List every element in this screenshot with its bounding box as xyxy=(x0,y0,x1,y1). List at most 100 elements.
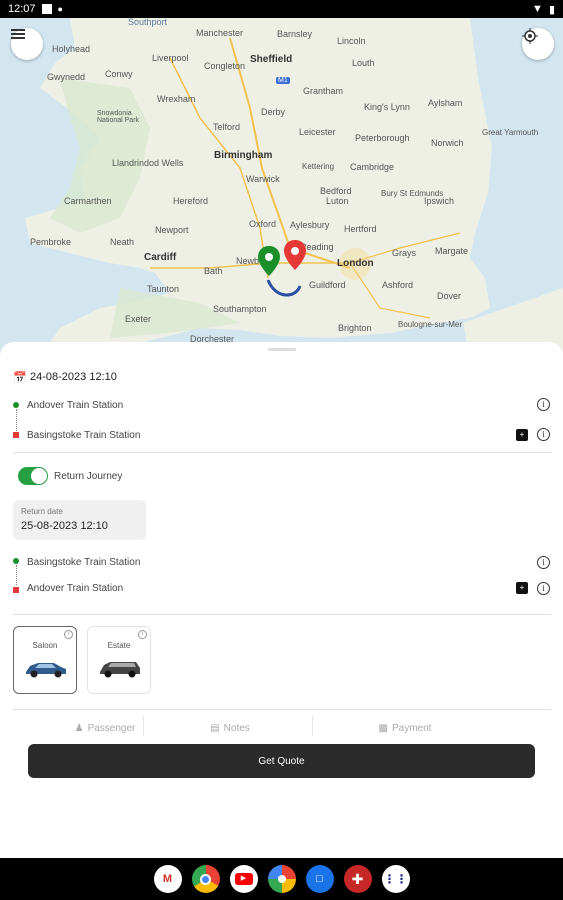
info-icon[interactable]: i xyxy=(537,398,550,411)
map-label: King's Lynn xyxy=(364,102,410,112)
payment-icon: ▩ xyxy=(378,722,388,734)
booking-sheet: 📅 24-08-2023 12:10 Andover Train Station… xyxy=(0,342,563,858)
info-icon[interactable]: i xyxy=(138,630,147,639)
map-label: Oxford xyxy=(249,219,277,229)
map-label: Wrexham xyxy=(157,94,196,104)
map-label: Bedford xyxy=(320,186,352,196)
pickup-location[interactable]: Andover Train Station xyxy=(27,400,123,411)
map-label: Dover xyxy=(437,291,462,301)
people-icon: ♟ xyxy=(74,722,84,734)
locate-icon xyxy=(522,28,538,44)
map-label: Telford xyxy=(213,122,241,132)
divider xyxy=(13,452,551,453)
return-date-field[interactable]: Return date 25-08-2023 12:10 xyxy=(13,500,146,540)
return-date-value: 25-08-2023 12:10 xyxy=(21,520,108,532)
info-icon[interactable]: i xyxy=(64,630,73,639)
return-date-label: Return date xyxy=(21,507,63,516)
map-label: Southport xyxy=(128,18,168,27)
map-canvas xyxy=(25,18,563,358)
tab-notes[interactable]: ▤ Notes xyxy=(185,718,275,738)
map-label: Lincoln xyxy=(337,36,366,46)
gmail-icon[interactable]: M xyxy=(153,865,182,893)
divider xyxy=(13,614,551,615)
map-label: Snowdonia National Park xyxy=(97,110,140,124)
battery-icon: ▮ xyxy=(548,3,555,16)
dropoff-marker-icon[interactable] xyxy=(284,240,306,270)
photos-icon[interactable] xyxy=(267,865,296,893)
map-label: Derby xyxy=(261,107,286,117)
info-icon[interactable]: i xyxy=(537,556,550,569)
map-label: Hertford xyxy=(344,224,377,234)
info-icon[interactable]: i xyxy=(537,582,550,595)
drag-handle[interactable] xyxy=(268,348,296,351)
vehicle-card-estate[interactable]: i Estate xyxy=(87,626,151,694)
notification-icon xyxy=(41,4,52,14)
calendar-icon: 📅 xyxy=(13,372,27,384)
add-stop-icon[interactable]: + xyxy=(516,429,528,441)
map-label: Hereford xyxy=(173,196,209,206)
map-label: Llandrindod Wells xyxy=(112,158,184,168)
tab-payment[interactable]: ▩ Payment xyxy=(360,718,450,738)
dropoff-location[interactable]: Basingstoke Train Station xyxy=(27,430,140,441)
map-label: Great Yarmouth xyxy=(482,128,539,137)
map-label: Guildford xyxy=(309,280,346,290)
map-label: Sheffield xyxy=(250,54,293,65)
saloon-car-icon xyxy=(26,663,66,678)
tab-separator xyxy=(143,716,144,736)
all-apps-icon[interactable]: ⋮⋮ xyxy=(381,865,410,893)
tab-separator xyxy=(312,716,313,736)
map-label: Louth xyxy=(352,58,375,68)
map-label: Barnsley xyxy=(277,29,313,39)
map-label: Pembroke xyxy=(30,237,72,247)
map-label: Carmarthen xyxy=(64,196,112,206)
map-label: Exeter xyxy=(125,314,152,324)
tab-label: Notes xyxy=(223,722,250,734)
map-label: Liverpool xyxy=(152,53,189,63)
return-dropoff-location[interactable]: Andover Train Station xyxy=(27,583,123,594)
map-label: Bath xyxy=(204,266,223,276)
map-label: Holyhead xyxy=(52,44,91,54)
map-label: Norwich xyxy=(431,138,464,148)
youtube-icon[interactable]: ▶ xyxy=(229,865,258,893)
messages-icon[interactable]: □ xyxy=(305,865,334,893)
add-stop-icon[interactable]: + xyxy=(516,582,528,594)
map-label: Luton xyxy=(326,196,349,206)
app-dock: M ▶ □ ✚ ⋮⋮ xyxy=(0,858,563,900)
chrome-icon[interactable] xyxy=(191,865,220,893)
notification-small-icon: ● xyxy=(57,4,63,14)
map-label: Taunton xyxy=(147,284,180,294)
map-label: Conwy xyxy=(105,69,133,79)
tab-label: Passenger xyxy=(87,722,136,734)
route-connector xyxy=(16,409,17,431)
map-view[interactable]: Southport Manchester Barnsley Holyhead L… xyxy=(0,18,563,358)
map-label: Cambridge xyxy=(350,162,395,172)
map-label: Cardiff xyxy=(144,252,177,263)
return-pickup-dot-icon xyxy=(13,558,19,564)
pickup-dot-icon xyxy=(13,402,19,408)
menu-button[interactable] xyxy=(11,28,43,60)
status-bar: 12:07 ● ▼ ▮ xyxy=(0,0,563,18)
route-connector xyxy=(16,565,17,585)
vehicle-name: Estate xyxy=(107,641,131,650)
return-journey-toggle[interactable] xyxy=(18,467,48,485)
notes-icon: ▤ xyxy=(210,722,220,734)
map-label: Birmingham xyxy=(214,150,273,161)
map-label: Margate xyxy=(435,246,469,256)
info-icon[interactable]: i xyxy=(537,428,550,441)
tab-passenger[interactable]: ♟ Passenger xyxy=(60,718,150,738)
map-label: Manchester xyxy=(196,28,244,38)
map-label: Ashford xyxy=(382,280,414,290)
my-location-button[interactable] xyxy=(522,28,554,60)
map-label: Warwick xyxy=(246,174,280,184)
pickup-marker-icon[interactable] xyxy=(258,246,280,276)
map-label: Brighton xyxy=(338,323,372,333)
flag-app-icon[interactable]: ✚ xyxy=(343,865,372,893)
return-pickup-location[interactable]: Basingstoke Train Station xyxy=(27,557,140,568)
get-quote-button[interactable]: Get Quote xyxy=(28,744,535,778)
hamburger-icon xyxy=(11,29,25,39)
tab-label: Payment xyxy=(391,722,432,734)
map-label: Boulogne-sur-Mer xyxy=(398,320,463,329)
pickup-date[interactable]: 24-08-2023 12:10 xyxy=(30,371,117,383)
map-label: Neath xyxy=(110,237,135,247)
vehicle-card-saloon[interactable]: i Saloon xyxy=(13,626,77,694)
